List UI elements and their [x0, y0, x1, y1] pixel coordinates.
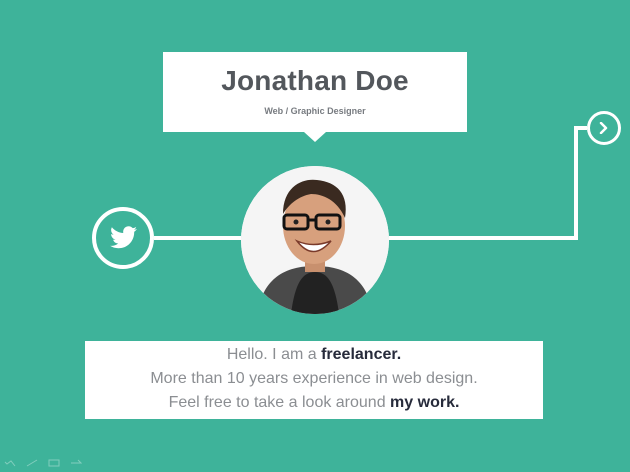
- next-button[interactable]: [587, 111, 621, 145]
- twitter-icon: [110, 226, 137, 249]
- profile-card: Jonathan Doe Web / Graphic Designer: [163, 52, 467, 142]
- intro-line-1-prefix: Hello. I am a: [226, 346, 322, 363]
- intro-line-1: Hello. I am a freelancer.: [85, 343, 543, 367]
- twitter-link[interactable]: [92, 207, 154, 269]
- portrait-illustration: [241, 166, 389, 314]
- forward-icon[interactable]: [70, 454, 83, 464]
- back-icon[interactable]: [4, 454, 16, 467]
- portfolio-link[interactable]: my work.: [390, 394, 459, 411]
- intro-line-2: More than 10 years experience in web des…: [150, 370, 478, 387]
- chevron-right-icon: [599, 122, 608, 134]
- intro-panel: Hello. I am a freelancer. More than 10 y…: [85, 341, 543, 419]
- edit-icon[interactable]: [26, 454, 38, 467]
- profile-name: Jonathan Doe: [221, 65, 409, 96]
- intro-line-1-emphasis: freelancer.: [321, 346, 402, 363]
- avatar: [241, 166, 389, 314]
- profile-role: Web / Graphic Designer: [264, 106, 366, 116]
- intro-line-3: Feel free to take a look around my work.: [85, 391, 543, 415]
- menu-icon[interactable]: [48, 454, 60, 467]
- intro-line-3-prefix: Feel free to take a look around: [168, 394, 391, 411]
- slide-toolbar: [4, 454, 83, 467]
